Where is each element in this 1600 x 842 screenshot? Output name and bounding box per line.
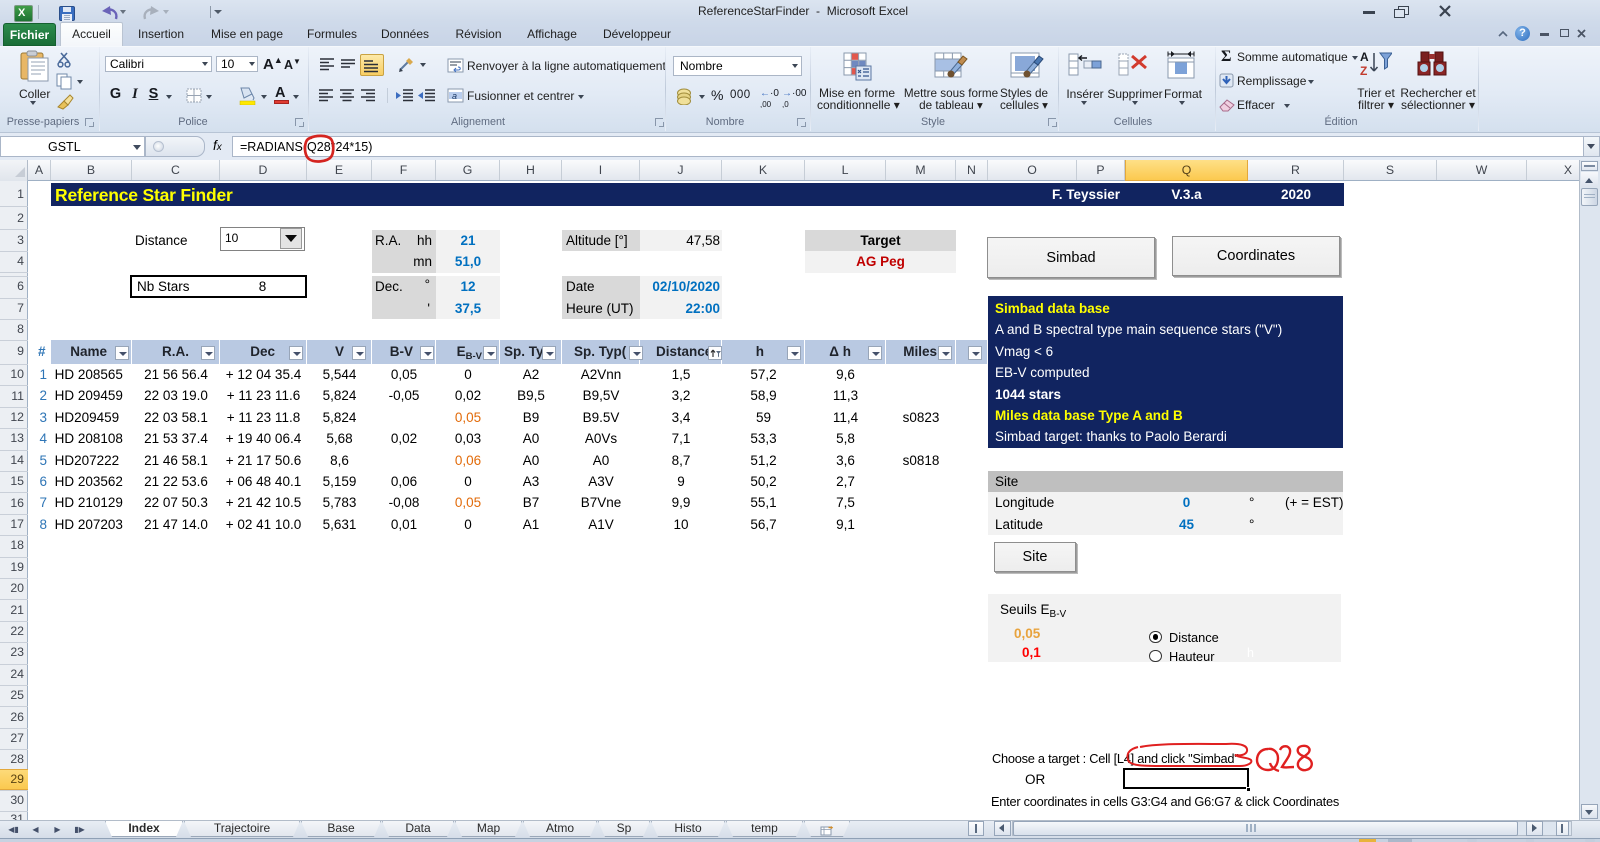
svg-text:Z: Z xyxy=(1360,64,1367,78)
svg-text:A: A xyxy=(1360,50,1369,64)
svg-text:a: a xyxy=(452,91,457,101)
